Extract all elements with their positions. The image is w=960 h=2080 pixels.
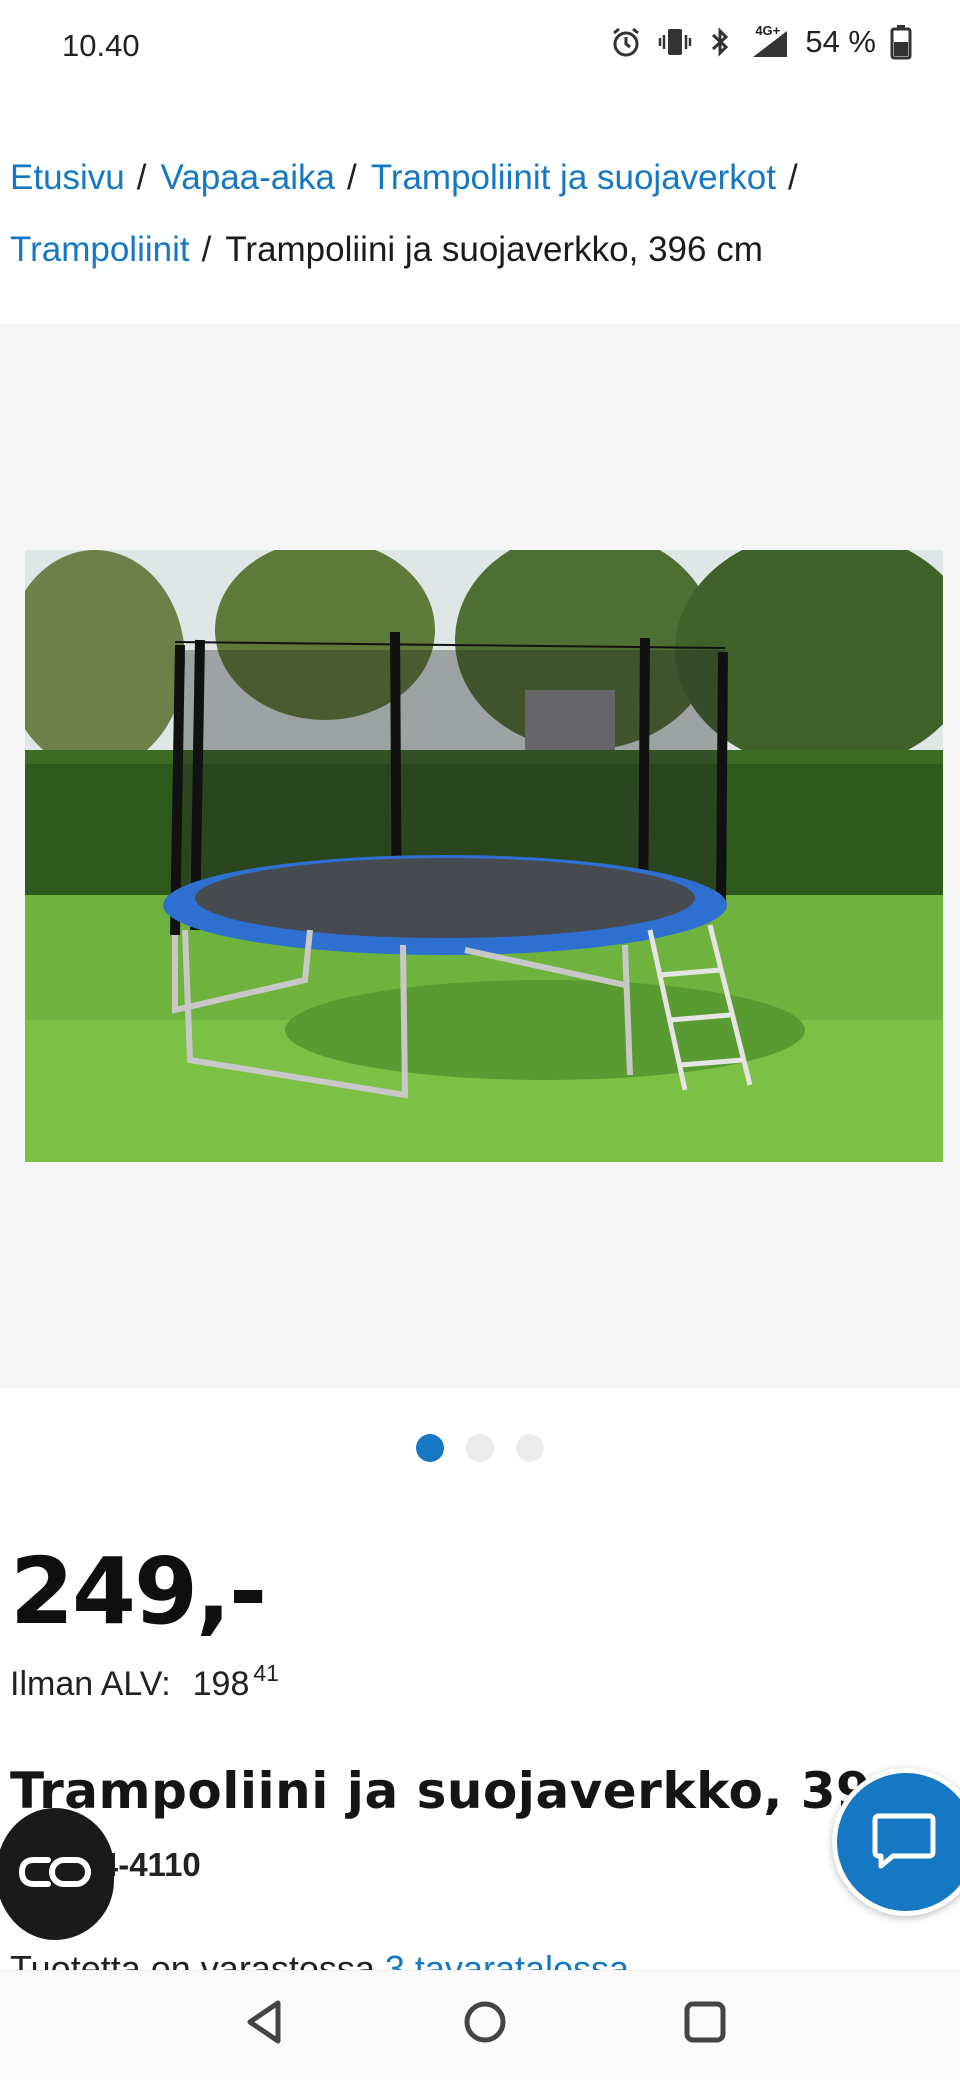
breadcrumb-link-trampolines[interactable]: Trampoliinit [10,230,190,269]
status-time: 10.40 [62,28,140,63]
alarm-icon [609,25,643,59]
reader-mode-button[interactable] [0,1808,114,1940]
vat-price-decimals: 41 [253,1660,279,1686]
breadcrumb-separator: / [347,158,357,197]
vibrate-icon [657,25,693,59]
battery-percent: 54 % [805,24,876,59]
back-icon[interactable] [240,1997,290,2052]
breadcrumb: Etusivu / Vapaa-aika / Trampoliinit ja suoja… [10,142,940,286]
stock-label: Tuotetta on varastossa [10,1948,375,1972]
product-title: Trampoliini ja suojaverkko, 396 [10,1762,907,1820]
gallery-pagination [0,1434,960,1462]
status-icons: 4G+ 54 % [609,23,912,60]
gallery-dot-3[interactable] [516,1434,544,1462]
breadcrumb-link-leisure[interactable]: Vapaa-aika [161,158,335,197]
price-without-vat: Ilman ALV: 198 41 [10,1660,279,1704]
breadcrumb-link-trampolines-nets[interactable]: Trampoliinit ja suojaverkot [371,158,776,197]
product-price: 249,- [10,1538,267,1645]
status-bar: 10.40 4G+ 54 % [0,0,960,92]
product-gallery[interactable] [0,324,960,1388]
glasses-icon [18,1852,92,1897]
breadcrumb-separator: / [788,158,798,197]
breadcrumb-separator: / [136,158,147,197]
breadcrumb-current: Trampoliini ja suojaverkko, 396 cm [225,230,763,269]
signal-icon: 4G+ [747,23,791,59]
home-icon[interactable] [460,1997,510,2052]
bluetooth-icon [707,25,733,59]
recents-icon[interactable] [680,1997,730,2052]
vat-price-integer: 198 [192,1665,250,1703]
network-label: 4G+ [755,23,781,38]
stock-stores-link[interactable]: 3 tavaratalossa [385,1948,629,1972]
breadcrumb-link-home[interactable]: Etusivu [10,158,125,197]
vat-label: Ilman ALV: [10,1665,171,1703]
gallery-dot-1[interactable] [416,1434,444,1462]
battery-icon [890,24,912,60]
product-image[interactable] [25,550,943,1162]
stock-info: Tuotetta on varastossa 3 tavaratalossa [10,1948,629,1972]
gallery-dot-2[interactable] [466,1434,494,1462]
chat-bubble-icon [871,1810,937,1875]
system-navigation-bar [0,1970,960,2080]
breadcrumb-separator: / [201,230,212,269]
